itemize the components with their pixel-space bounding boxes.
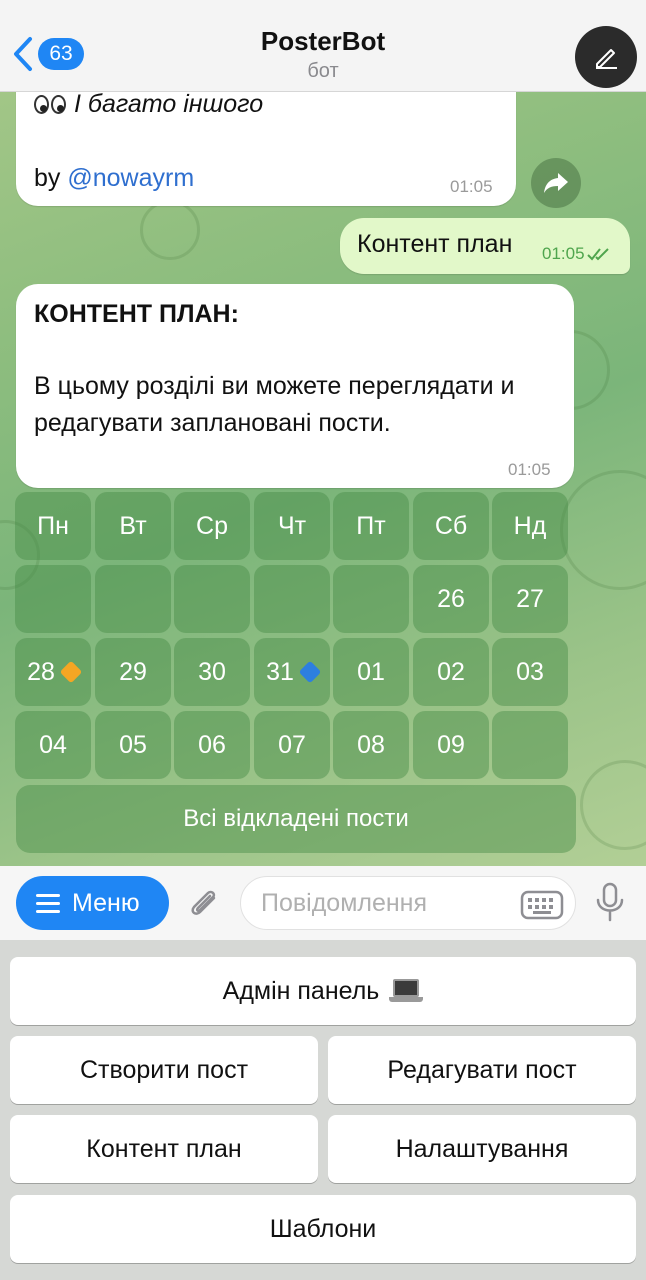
blue-diamond-icon — [298, 660, 322, 684]
calendar-day[interactable]: 30 — [174, 638, 250, 706]
message-text: В цьому розділі ви можете переглядати и … — [34, 372, 515, 437]
content-plan-button[interactable]: Контент план — [10, 1115, 318, 1183]
edit-button[interactable] — [575, 26, 637, 88]
weekday-sunday[interactable]: Нд — [492, 492, 568, 560]
calendar-day[interactable]: 29 — [95, 638, 171, 706]
message-placeholder: Повідомлення — [261, 888, 428, 917]
message-time: 01:05 — [542, 244, 611, 264]
calendar-day[interactable]: 31 — [254, 638, 330, 706]
calendar-day-empty[interactable] — [254, 565, 330, 633]
message-input-bar: Меню Повідомлення — [0, 866, 646, 940]
message-title: КОНТЕНТ ПЛАН: — [34, 300, 239, 328]
settings-button[interactable]: Налаштування — [328, 1115, 636, 1183]
message-text: Контент план — [357, 230, 513, 258]
message-time: 01:05 — [450, 177, 493, 196]
calendar-day[interactable]: 27 — [492, 565, 568, 633]
eyes-emoji-icon — [34, 95, 66, 114]
calendar-day[interactable]: 02 — [413, 638, 489, 706]
all-scheduled-posts-button[interactable]: Всі відкладені пости — [16, 785, 576, 853]
weekday-friday[interactable]: Пт — [333, 492, 409, 560]
orange-diamond-icon — [59, 660, 83, 684]
calendar-day[interactable]: 06 — [174, 711, 250, 779]
calendar-day-empty[interactable] — [492, 711, 568, 779]
double-check-icon — [586, 248, 609, 261]
message-bubble-outgoing: Контент план 01:05 — [340, 218, 630, 274]
message-time: 01:05 — [508, 460, 551, 479]
chat-title[interactable]: PosterBot — [0, 26, 646, 57]
calendar-day[interactable]: 09 — [413, 711, 489, 779]
share-icon — [544, 173, 568, 193]
calendar-day[interactable]: 08 — [333, 711, 409, 779]
reply-keyboard: Адмін панель Створити пост Редагувати по… — [0, 940, 646, 1280]
microphone-icon[interactable] — [594, 882, 626, 924]
menu-button[interactable]: Меню — [16, 876, 169, 930]
author-link[interactable]: @nowayrm — [67, 164, 194, 192]
edit-post-button[interactable]: Редагувати пост — [328, 1036, 636, 1104]
chat-header: 63 PosterBot бот — [0, 0, 646, 92]
laptop-icon — [389, 979, 424, 1003]
weekday-monday[interactable]: Пн — [15, 492, 91, 560]
share-button[interactable] — [531, 158, 581, 208]
paperclip-icon[interactable] — [186, 884, 222, 922]
templates-button[interactable]: Шаблони — [10, 1195, 636, 1263]
hamburger-icon — [36, 893, 60, 913]
calendar-day[interactable]: 28 — [15, 638, 91, 706]
message-bubble-content-plan: КОНТЕНТ ПЛАН: В цьому розділі ви можете … — [16, 284, 574, 488]
calendar-day[interactable]: 01 — [333, 638, 409, 706]
message-author: by @nowayrm — [34, 164, 195, 192]
pencil-icon — [596, 49, 617, 69]
weekday-thursday[interactable]: Чт — [254, 492, 330, 560]
weekday-tuesday[interactable]: Вт — [95, 492, 171, 560]
create-post-button[interactable]: Створити пост — [10, 1036, 318, 1104]
calendar-day[interactable]: 05 — [95, 711, 171, 779]
message-bubble-features: І багато іншого by @nowayrm 01:05 — [16, 72, 516, 206]
calendar-day-empty[interactable] — [95, 565, 171, 633]
calendar-day[interactable]: 03 — [492, 638, 568, 706]
message-input[interactable]: Повідомлення — [240, 876, 576, 930]
calendar-day-empty[interactable] — [333, 565, 409, 633]
message-text: І багато іншого — [74, 90, 264, 118]
calendar-day[interactable]: 04 — [15, 711, 91, 779]
admin-panel-button[interactable]: Адмін панель — [10, 957, 636, 1025]
message-line: І багато іншого — [34, 90, 263, 119]
keyboard-icon[interactable] — [520, 890, 564, 920]
weekday-saturday[interactable]: Сб — [413, 492, 489, 560]
weekday-wednesday[interactable]: Ср — [174, 492, 250, 560]
calendar-day-empty[interactable] — [15, 565, 91, 633]
menu-label: Меню — [72, 888, 140, 917]
calendar-day[interactable]: 07 — [254, 711, 330, 779]
calendar-day[interactable]: 26 — [413, 565, 489, 633]
chat-subtitle: бот — [307, 60, 339, 82]
calendar-day-empty[interactable] — [174, 565, 250, 633]
